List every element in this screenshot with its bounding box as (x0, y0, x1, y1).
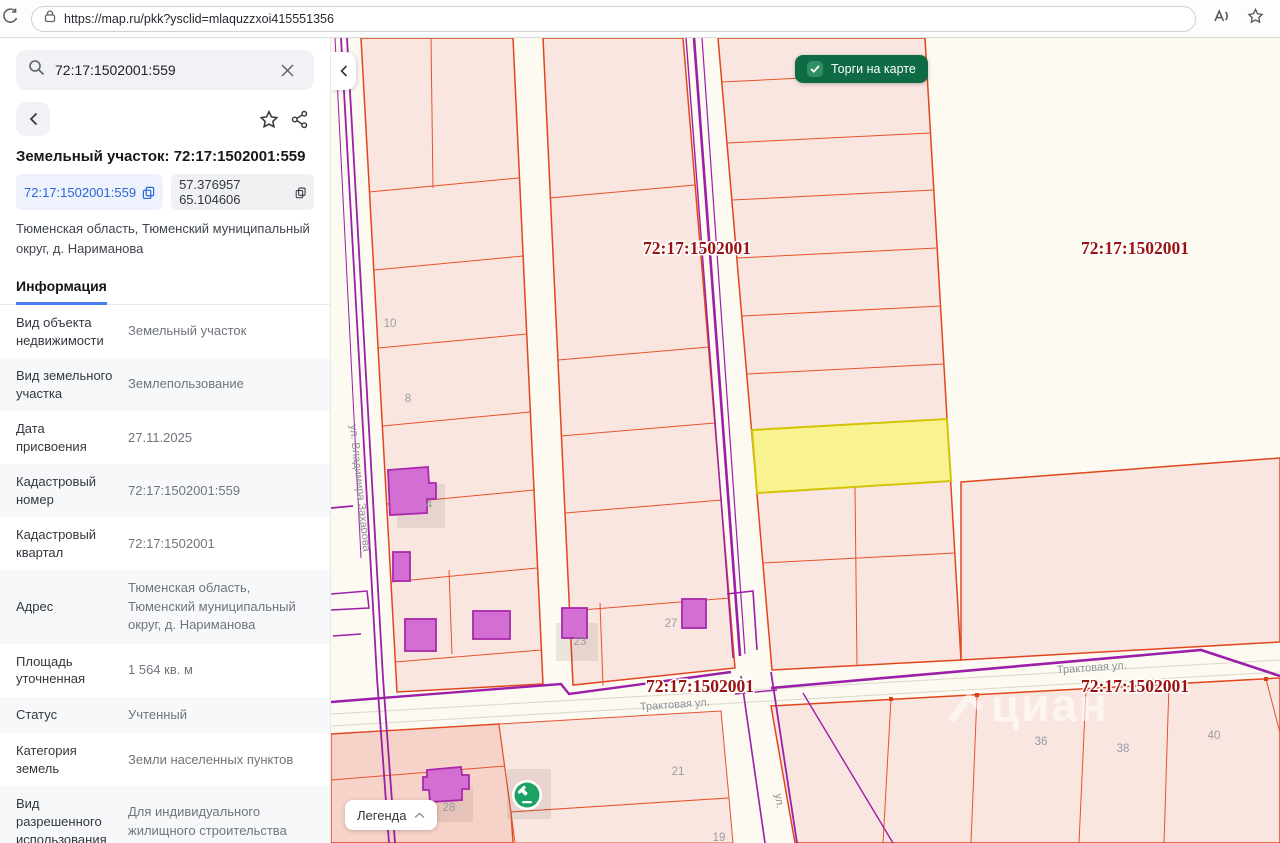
table-row: Вид объекта недвижимости Земельный участ… (0, 305, 330, 358)
parcel-block-right (961, 458, 1280, 660)
quarter-code-label: 72:17:1502001 (1081, 676, 1189, 696)
table-row: Кадастровый квартал 72:17:1502001 (0, 517, 330, 570)
object-address: Тюменская область, Тюменский муниципальн… (16, 219, 314, 258)
cadastral-number-chip[interactable]: 72:17:1502001:559 (16, 174, 163, 210)
favorites-star-icon[interactable] (1247, 8, 1264, 29)
parcel-number-label: 38 (1117, 743, 1130, 755)
address-bar[interactable]: https://map.ru/pkk?ysclid=mlaquzzxoi4155… (31, 6, 1196, 32)
quarter-code-label: 72:17:1502001 (1081, 238, 1189, 258)
auction-marker-icon[interactable] (512, 780, 542, 810)
quarter-code-label: 72:17:1502001 (646, 676, 754, 696)
legend-button[interactable]: Легенда (345, 800, 437, 830)
check-icon (807, 61, 823, 77)
parcel-number-label: 10 (384, 318, 397, 330)
parcel-number-label: 36 (1035, 736, 1048, 748)
coordinates-chip[interactable]: 57.376957 65.104606 (171, 174, 314, 210)
browser-toolbar: https://map.ru/pkk?ysclid=mlaquzzxoi4155… (0, 0, 1280, 38)
table-row: Вид разрешенного использования Для индив… (0, 786, 330, 843)
info-sidebar: Земельный участок: 72:17:1502001:559 72:… (0, 38, 331, 843)
copy-icon[interactable] (295, 186, 306, 199)
selected-parcel[interactable] (752, 419, 951, 493)
object-title: Земельный участок: 72:17:1502001:559 (16, 148, 314, 165)
table-row: Вид земельного участка Землепользование (0, 358, 330, 411)
copy-icon[interactable] (142, 186, 155, 199)
table-row: Категория земель Земли населенных пункто… (0, 733, 330, 786)
parcel-number-label: 19 (713, 832, 726, 843)
torgi-button-label: Торги на карте (831, 62, 916, 76)
table-row: Дата присвоения 27.11.2025 (0, 411, 330, 464)
table-row: Кадастровый номер 72:17:1502001:559 (0, 464, 330, 517)
parcel-number-label: 4 (426, 499, 433, 511)
share-button[interactable] (284, 104, 314, 134)
building (562, 608, 587, 638)
chevron-up-icon (414, 812, 425, 819)
parcel-number-label: 21 (672, 766, 685, 778)
refresh-icon[interactable] (1, 7, 19, 30)
building (423, 767, 469, 802)
building (473, 611, 510, 639)
coordinates-text: 57.376957 65.104606 (179, 177, 289, 207)
search-icon (28, 59, 45, 81)
read-aloud-icon[interactable] (1212, 8, 1231, 29)
url-text: https://map.ru/pkk?ysclid=mlaquzzxoi4155… (64, 12, 334, 26)
table-row: Адрес Тюменская область, Тюменский муниц… (0, 570, 330, 643)
info-table: Вид объекта недвижимости Земельный участ… (0, 305, 330, 843)
search-bar[interactable] (16, 50, 314, 90)
parcel-number-label: 8 (405, 393, 411, 405)
parcel-number-label: 27 (665, 618, 678, 630)
lock-icon (44, 10, 56, 28)
collapse-sidebar-button[interactable] (331, 52, 356, 90)
quarter-code-label: 72:17:1502001 (643, 238, 751, 258)
table-row: Площадь уточненная 1 564 кв. м (0, 644, 330, 697)
building (393, 552, 410, 581)
cadastral-map[interactable]: 10 8 4 23 27 21 19 28 36 38 40 ул. Влади… (331, 38, 1280, 843)
cadastral-number-text: 72:17:1502001:559 (24, 185, 136, 200)
legend-button-label: Легенда (357, 808, 406, 823)
parcel-number-label: 40 (1208, 730, 1221, 742)
building (682, 599, 706, 628)
tab-information[interactable]: Информация (16, 270, 107, 305)
torgi-na-karte-button[interactable]: Торги на карте (795, 55, 928, 83)
map-area: 10 8 4 23 27 21 19 28 36 38 40 ул. Влади… (331, 38, 1280, 843)
favorite-star-button[interactable] (254, 104, 284, 134)
parcel-number-label: 23 (574, 636, 587, 648)
search-input[interactable] (55, 62, 262, 78)
parcel-number-label: 28 (443, 802, 456, 814)
clear-search-icon[interactable] (272, 55, 302, 85)
back-button[interactable] (16, 102, 50, 136)
tab-bar: Информация (0, 270, 330, 305)
street-label-side: ул. (772, 793, 786, 809)
table-row: Статус Учтенный (0, 697, 330, 733)
building (405, 619, 436, 651)
